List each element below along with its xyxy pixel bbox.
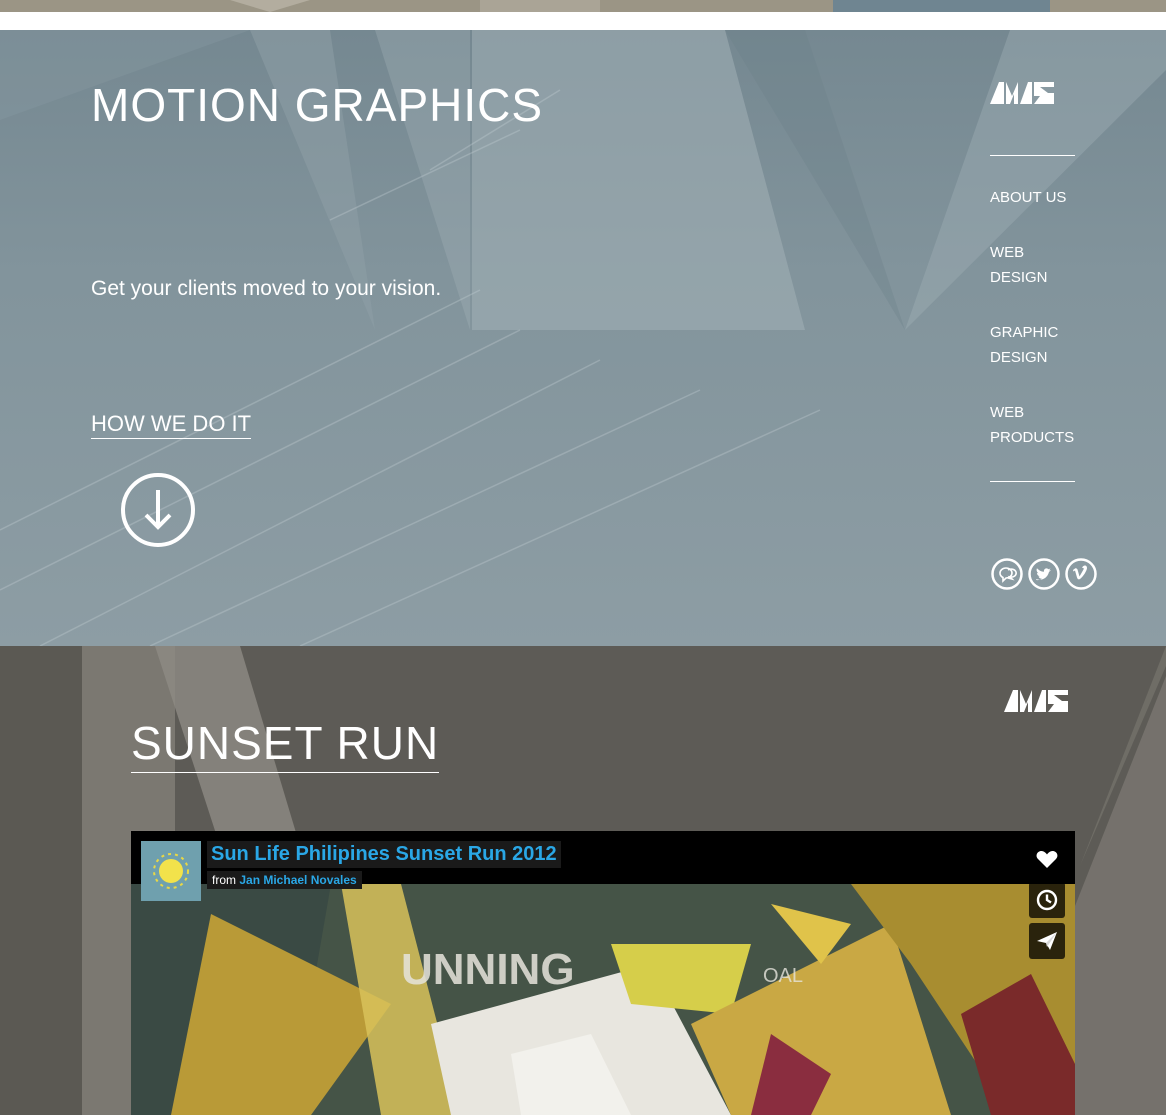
portfolio-section: SUNSET RUN UNNING OAL Sun Life Philipine… (0, 646, 1166, 1115)
scroll-down-icon[interactable] (120, 472, 196, 548)
watch-later-button[interactable] (1029, 882, 1065, 918)
share-button[interactable] (1029, 923, 1065, 959)
top-strip (0, 0, 1166, 12)
frame-text-small: OAL (763, 965, 803, 987)
heart-icon (1036, 851, 1058, 868)
hero-section: MOTION GRAPHICS Get your clients moved t… (0, 30, 1166, 646)
nav-divider (990, 155, 1075, 156)
video-player[interactable]: UNNING OAL Sun Life Philipines Sunset Ru… (131, 831, 1075, 1115)
strip-shape (480, 0, 600, 12)
vimeo-icon[interactable] (1065, 558, 1097, 590)
author-avatar[interactable] (141, 841, 201, 901)
page-title: MOTION GRAPHICS (91, 79, 544, 131)
strip-shape (230, 0, 310, 12)
strip-shape (833, 0, 1050, 12)
twitter-icon[interactable] (1028, 558, 1060, 590)
hero-tagline: Get your clients moved to your vision. (91, 277, 442, 300)
nav-item-graphic-design[interactable]: GRAPHIC DESIGN (990, 320, 1110, 370)
nav-divider (990, 481, 1075, 482)
video-frame[interactable]: UNNING OAL (131, 884, 1075, 1115)
nav-item-web-products[interactable]: WEB PRODUCTS (990, 400, 1110, 450)
like-button[interactable] (1029, 841, 1065, 877)
paper-plane-icon (1037, 932, 1057, 950)
how-we-do-it-link[interactable]: HOW WE DO IT (91, 411, 252, 439)
brand-logo-icon[interactable] (990, 82, 1054, 104)
video-title-link[interactable]: Sun Life Philipines Sunset Run 2012 (207, 841, 561, 868)
brand-logo-icon[interactable] (1004, 690, 1068, 712)
video-byline: from Jan Michael Novales (207, 871, 362, 889)
clock-icon (1036, 889, 1058, 911)
section-title: SUNSET RUN (131, 716, 440, 773)
nav-item-about-us[interactable]: ABOUT US (990, 185, 1110, 210)
byline-prefix: from (212, 873, 236, 887)
frame-text: UNNING (401, 945, 575, 994)
nav-item-web-design[interactable]: WEB DESIGN (990, 240, 1110, 290)
chat-icon[interactable] (991, 558, 1023, 590)
author-link[interactable]: Jan Michael Novales (239, 873, 356, 887)
